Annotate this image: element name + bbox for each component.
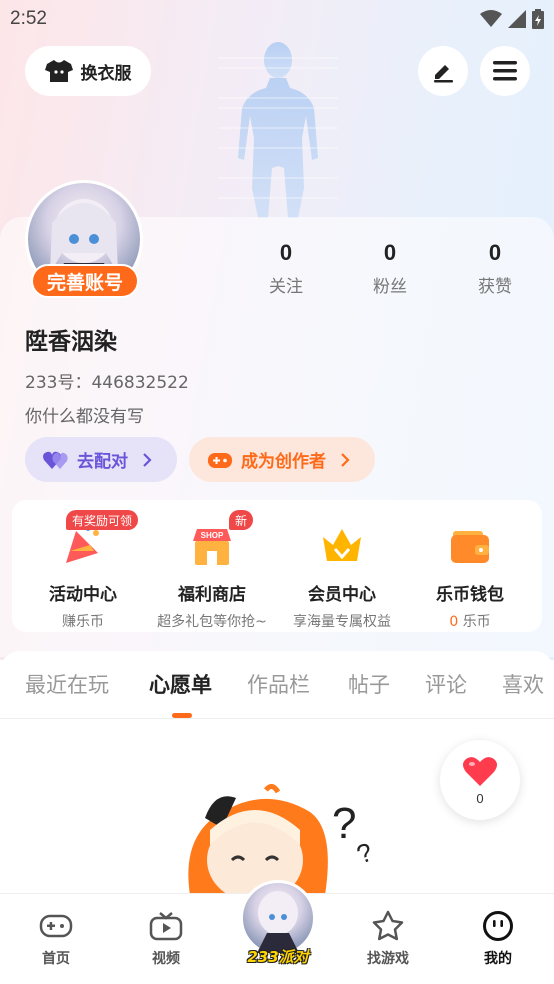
hamburger-menu-icon (493, 61, 517, 81)
coin-balance: 0 (449, 614, 459, 630)
gamepad-icon (208, 452, 232, 468)
tab-wishlist[interactable]: 心愿单 (149, 669, 212, 699)
entry-subtitle: 享海量专属权益 (293, 614, 391, 630)
nav-find-games[interactable]: 找游戏 (348, 910, 428, 968)
nav-label: 视频 (152, 951, 180, 967)
tab-likes[interactable]: 喜欢 (502, 669, 544, 699)
member-center-entry[interactable]: 会员中心 享海量专属权益 (277, 522, 407, 631)
wallet-icon (451, 531, 489, 563)
quick-entries-card: 活动中心 赚乐币 有奖励可领 SHOP 福利商店 超多礼包等你抢~ 新 会员中心… (12, 500, 542, 632)
menu-button[interactable] (480, 46, 530, 96)
stat-label: 粉丝 (373, 277, 407, 297)
nav-video[interactable]: 视频 (126, 910, 206, 968)
like-button[interactable]: 0 (440, 740, 520, 820)
pencil-icon (434, 65, 453, 83)
stat-value: 0 (488, 240, 502, 265)
wifi-icon (480, 10, 502, 27)
tab-works[interactable]: 作品栏 (247, 669, 310, 699)
match-label: 去配对 (77, 452, 128, 472)
shop-icon: SHOP (193, 529, 231, 565)
active-tab-indicator (172, 713, 192, 718)
battery-icon (532, 9, 544, 29)
reward-tag: 有奖励可领 (66, 510, 139, 530)
nav-label: 首页 (42, 951, 70, 967)
entry-title: 活动中心 (49, 585, 117, 605)
entry-subtitle: 超多礼包等你抢~ (157, 614, 267, 630)
stat-value: 0 (383, 240, 397, 265)
like-count: 0 (476, 790, 484, 806)
svg-text:SHOP: SHOP (201, 531, 224, 540)
user-id[interactable]: 233号：446832522 (25, 368, 189, 393)
nav-party-label[interactable]: 233派对 (240, 946, 316, 967)
new-tag: 新 (229, 510, 254, 530)
stat-value: 0 (279, 240, 293, 265)
tshirt-icon (44, 60, 73, 82)
stat-following[interactable]: 0 关注 (246, 240, 326, 297)
complete-account-badge[interactable]: 完善账号 (31, 264, 139, 298)
smiley-face-icon (483, 911, 513, 941)
wardrobe-label: 换衣服 (80, 63, 132, 84)
stat-label: 获赞 (478, 277, 512, 297)
activity-center-entry[interactable]: 活动中心 赚乐币 (18, 522, 148, 631)
entry-subtitle: 赚乐币 (62, 614, 104, 630)
entry-title: 会员中心 (308, 585, 376, 605)
gamepad-icon (39, 914, 73, 938)
welfare-shop-entry[interactable]: SHOP 福利商店 超多礼包等你抢~ (147, 522, 277, 631)
status-time: 2:52 (10, 8, 47, 29)
avatar-figure[interactable] (218, 38, 338, 218)
match-button[interactable]: 去配对 (25, 437, 177, 482)
entry-title: 乐币钱包 (436, 585, 504, 605)
wardrobe-button[interactable]: 换衣服 (25, 46, 151, 96)
heart-pair-icon (43, 451, 68, 469)
chevron-right-icon (341, 452, 350, 467)
username: 陞香洇染 (25, 329, 117, 355)
nav-home[interactable]: 首页 (16, 910, 96, 968)
profile-tabs: 最近在玩 心愿单 作品栏 帖子 评论 喜欢 (0, 651, 554, 719)
stat-followers[interactable]: 0 粉丝 (350, 240, 430, 297)
heart-icon (463, 756, 497, 786)
user-bio[interactable]: 你什么都没有写 (25, 402, 144, 427)
become-creator-button[interactable]: 成为创作者 (189, 437, 375, 482)
coin-unit: 乐币 (462, 614, 491, 630)
nav-label: 我的 (484, 951, 512, 967)
tab-recently-played[interactable]: 最近在玩 (25, 669, 109, 699)
stat-label: 关注 (269, 277, 303, 297)
tv-icon (149, 912, 183, 941)
chevron-right-icon (143, 452, 152, 467)
nav-label: 找游戏 (367, 951, 409, 967)
status-bar: 2:52 (0, 0, 554, 38)
nav-me[interactable]: 我的 (458, 910, 538, 968)
edit-profile-button[interactable] (418, 46, 468, 96)
entry-title: 福利商店 (178, 585, 246, 605)
status-icons (480, 9, 544, 29)
tab-comments[interactable]: 评论 (425, 669, 467, 699)
signal-icon (508, 10, 526, 28)
entry-subtitle: 0 乐币 (405, 611, 535, 631)
creator-label: 成为创作者 (241, 452, 326, 472)
tab-posts[interactable]: 帖子 (348, 669, 390, 699)
svg-text:?: ? (353, 836, 377, 869)
crown-icon (323, 529, 361, 561)
nav-party-avatar[interactable] (240, 880, 316, 956)
star-icon (372, 910, 404, 941)
stat-likes[interactable]: 0 获赞 (455, 240, 535, 297)
coin-wallet-entry[interactable]: 乐币钱包 0 乐币 (405, 522, 535, 631)
